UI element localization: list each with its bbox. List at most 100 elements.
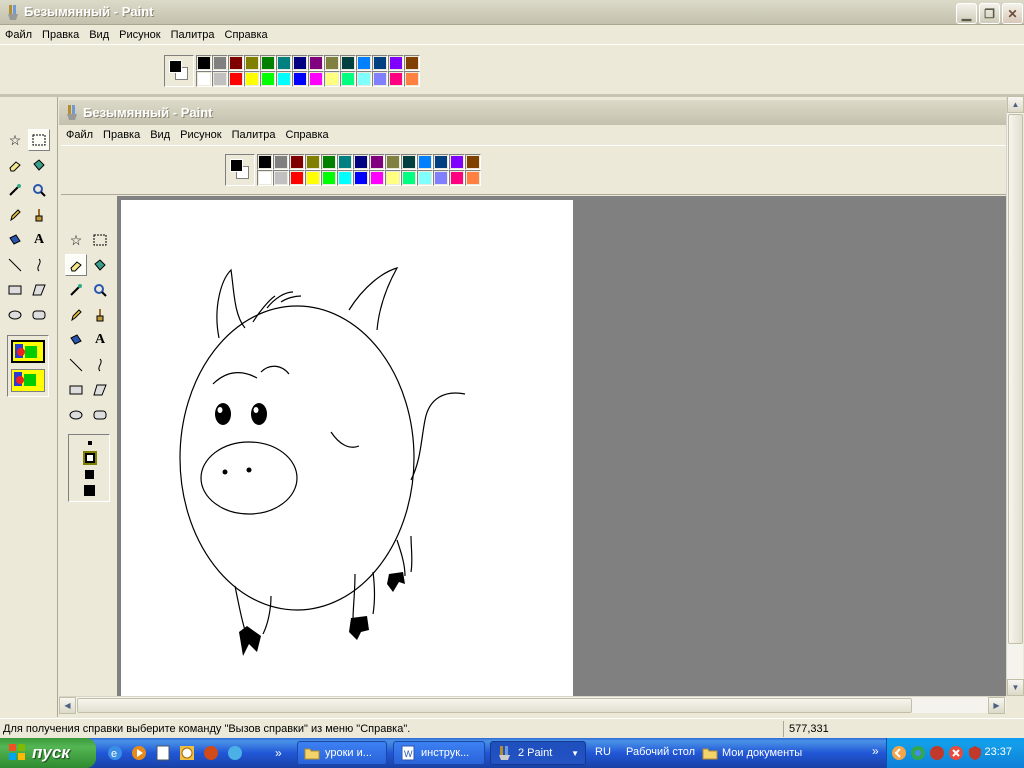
vertical-scrollbar[interactable]: ▲ ▼ bbox=[1006, 96, 1024, 696]
inner-color-swatch[interactable] bbox=[353, 170, 369, 186]
inner-color-swatch[interactable] bbox=[449, 154, 465, 170]
inner-color-swatch[interactable] bbox=[257, 170, 273, 186]
inner-color-swatch[interactable] bbox=[449, 170, 465, 186]
security-icon[interactable] bbox=[929, 745, 945, 764]
outer-color-swatch[interactable] bbox=[356, 71, 372, 87]
inner-color-swatch[interactable] bbox=[401, 154, 417, 170]
outer-color-swatch[interactable] bbox=[228, 71, 244, 87]
inner-color-swatch[interactable] bbox=[465, 170, 481, 186]
inner-color-swatch[interactable] bbox=[353, 154, 369, 170]
outer-color-swatch[interactable] bbox=[196, 55, 212, 71]
inner-eraser-tool[interactable] bbox=[65, 254, 87, 276]
menu-edit[interactable]: Правка bbox=[37, 29, 84, 41]
restore-button[interactable]: ❐ bbox=[979, 3, 1000, 24]
rounded-rectangle-tool[interactable] bbox=[28, 304, 50, 326]
outer-color-swatch[interactable] bbox=[404, 55, 420, 71]
inner-color-swatch[interactable] bbox=[401, 170, 417, 186]
transparent-option-off[interactable] bbox=[11, 340, 45, 363]
outer-color-swatch[interactable] bbox=[388, 55, 404, 71]
inner-color-swatch[interactable] bbox=[257, 154, 273, 170]
inner-curve-tool[interactable] bbox=[89, 354, 111, 376]
vertical-scroll-thumb[interactable] bbox=[1008, 114, 1023, 644]
menu-image[interactable]: Рисунок bbox=[114, 29, 166, 41]
fill-tool[interactable] bbox=[28, 154, 50, 176]
inner-airbrush-tool[interactable] bbox=[65, 329, 87, 351]
inner-color-picker-tool[interactable] bbox=[65, 279, 87, 301]
outer-color-swatch[interactable] bbox=[356, 55, 372, 71]
eraser-size-box[interactable] bbox=[68, 434, 110, 502]
text-tool[interactable]: A bbox=[28, 229, 50, 251]
scroll-left-button[interactable]: ◀ bbox=[59, 697, 76, 714]
inner-color-swatch[interactable] bbox=[465, 154, 481, 170]
ie-icon[interactable]: e bbox=[106, 744, 124, 765]
tray-expand-icon[interactable] bbox=[891, 745, 907, 764]
outer-color-swatch[interactable] bbox=[260, 71, 276, 87]
inner-color-swatch[interactable] bbox=[273, 170, 289, 186]
inner-ellipse-tool[interactable] bbox=[65, 404, 87, 426]
rectangle-tool[interactable] bbox=[4, 279, 26, 301]
menu-file[interactable]: Файл bbox=[0, 29, 37, 41]
inner-color-swatch[interactable] bbox=[369, 154, 385, 170]
taskbar-button-paint[interactable]: 2 Paint ▼ bbox=[490, 741, 586, 765]
taskbar-button-word[interactable]: W инструк... bbox=[393, 741, 485, 765]
eraser-size-4[interactable] bbox=[84, 485, 95, 496]
taskbar-clock[interactable]: 23:37 bbox=[984, 746, 1012, 758]
quick-launch-more-icon[interactable]: » bbox=[275, 746, 282, 760]
outer-color-swatch[interactable] bbox=[196, 71, 212, 87]
toolbar-more-icon[interactable]: » bbox=[872, 744, 879, 758]
inner-pencil-tool[interactable] bbox=[65, 304, 87, 326]
tool-app-icon[interactable] bbox=[202, 744, 220, 765]
eraser-size-2[interactable] bbox=[83, 451, 97, 465]
inner-color-swatch[interactable] bbox=[321, 170, 337, 186]
clock-app-icon[interactable] bbox=[178, 744, 196, 765]
tool-options-box[interactable] bbox=[7, 335, 49, 397]
eraser-size-1[interactable] bbox=[88, 441, 92, 445]
drawing-canvas[interactable] bbox=[121, 200, 573, 696]
ellipse-tool[interactable] bbox=[4, 304, 26, 326]
inner-color-swatch[interactable] bbox=[433, 154, 449, 170]
inner-magnifier-tool[interactable] bbox=[89, 279, 111, 301]
inner-color-swatch[interactable] bbox=[273, 154, 289, 170]
inner-color-swatch[interactable] bbox=[289, 170, 305, 186]
inner-title-bar[interactable]: Безымянный - Paint bbox=[59, 100, 1006, 125]
color-picker-tool[interactable] bbox=[4, 179, 26, 201]
chrome-icon[interactable] bbox=[910, 745, 926, 764]
transparent-option-on[interactable] bbox=[11, 369, 45, 392]
inner-free-select-tool[interactable]: ☆ bbox=[65, 229, 87, 251]
inner-fill-tool[interactable] bbox=[89, 254, 111, 276]
inner-text-tool[interactable]: A bbox=[89, 329, 111, 351]
taskbar-button-folder[interactable]: уроки и... bbox=[297, 741, 387, 765]
eraser-tool[interactable] bbox=[4, 154, 26, 176]
outer-color-swatch[interactable] bbox=[292, 55, 308, 71]
scroll-up-button[interactable]: ▲ bbox=[1007, 96, 1024, 113]
inner-menu-view[interactable]: Вид bbox=[145, 129, 175, 141]
current-colors[interactable] bbox=[164, 55, 194, 87]
outer-color-swatch[interactable] bbox=[308, 71, 324, 87]
horizontal-scroll-thumb[interactable] bbox=[77, 698, 912, 713]
inner-color-swatch[interactable] bbox=[417, 170, 433, 186]
inner-color-swatch[interactable] bbox=[289, 154, 305, 170]
menu-colors[interactable]: Палитра bbox=[166, 29, 220, 41]
outer-color-swatch[interactable] bbox=[324, 55, 340, 71]
outer-color-swatch[interactable] bbox=[372, 71, 388, 87]
language-indicator[interactable]: RU bbox=[595, 746, 611, 758]
outer-color-swatch[interactable] bbox=[260, 55, 276, 71]
outer-color-swatch[interactable] bbox=[276, 55, 292, 71]
messenger-icon[interactable] bbox=[226, 744, 244, 765]
outer-color-swatch[interactable] bbox=[340, 55, 356, 71]
outer-color-swatch[interactable] bbox=[340, 71, 356, 87]
my-documents-toolbar[interactable]: Мои документы bbox=[702, 745, 802, 761]
pencil-tool[interactable] bbox=[4, 204, 26, 226]
horizontal-scrollbar[interactable]: ◀ ▶ bbox=[59, 696, 1006, 714]
media-player-icon[interactable] bbox=[130, 744, 148, 765]
airbrush-tool[interactable] bbox=[4, 229, 26, 251]
menu-help[interactable]: Справка bbox=[220, 29, 273, 41]
inner-menu-file[interactable]: Файл bbox=[61, 129, 98, 141]
start-button[interactable]: пуск bbox=[0, 738, 96, 768]
minimize-button[interactable]: ▁ bbox=[956, 3, 977, 24]
line-tool[interactable] bbox=[4, 254, 26, 276]
outer-color-swatch[interactable] bbox=[324, 71, 340, 87]
inner-rectangle-tool[interactable] bbox=[65, 379, 87, 401]
outer-color-swatch[interactable] bbox=[244, 55, 260, 71]
brush-tool[interactable] bbox=[28, 204, 50, 226]
